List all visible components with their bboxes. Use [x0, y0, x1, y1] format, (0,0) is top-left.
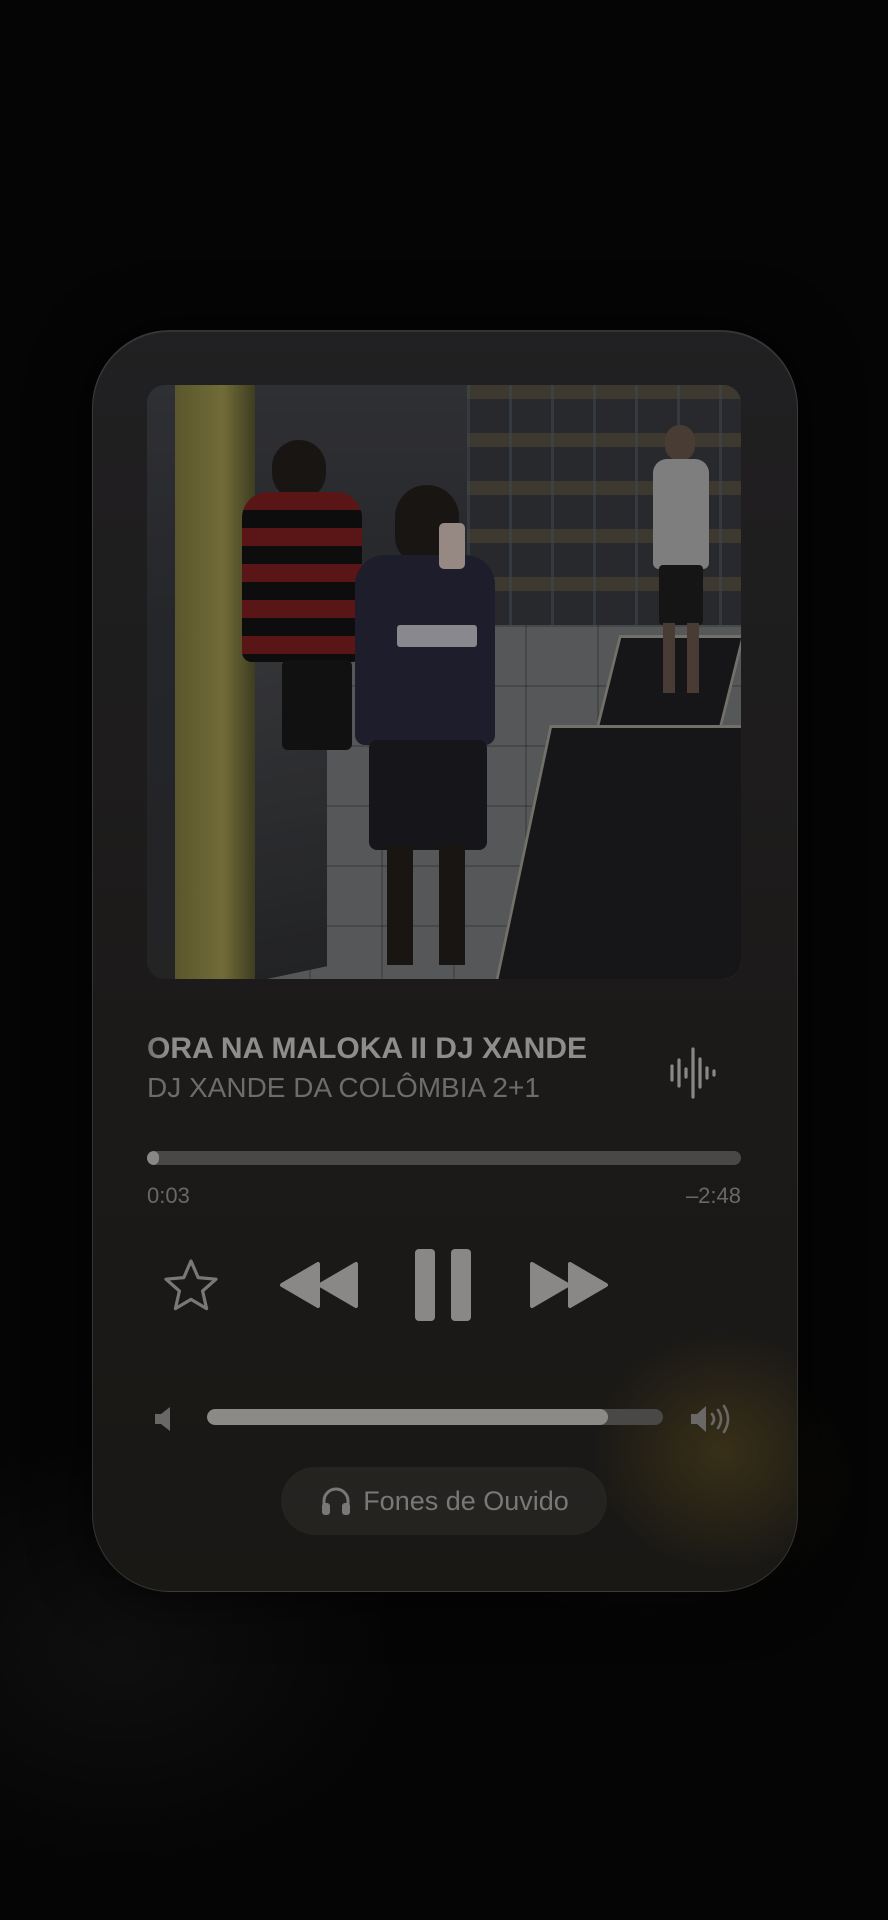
star-icon	[164, 1259, 218, 1311]
time-elapsed: 0:03	[147, 1183, 190, 1208]
forward-icon	[530, 1262, 608, 1308]
volume-level-fill	[207, 1409, 609, 1425]
previous-track-button[interactable]	[273, 1247, 365, 1323]
speaker-low-icon	[145, 1399, 185, 1439]
album-artwork[interactable]	[147, 385, 741, 979]
volume-slider[interactable]	[207, 1409, 663, 1425]
audio-output-button[interactable]: Fones de Ouvido	[281, 1467, 607, 1535]
track-info[interactable]: ORA NA MALOKA II DJ XANDE DJ XANDE DA CO…	[147, 1031, 647, 1105]
card-glow	[593, 1331, 797, 1571]
now-playing-card: ORA NA MALOKA II DJ XANDE DJ XANDE DA CO…	[92, 330, 798, 1592]
headphones-icon	[322, 1487, 351, 1515]
backward-icon	[280, 1262, 358, 1308]
speaker-high-icon	[685, 1397, 741, 1441]
waveform-icon[interactable]	[663, 1043, 723, 1103]
next-track-button[interactable]	[523, 1247, 615, 1323]
favorite-button[interactable]	[159, 1253, 223, 1317]
pause-icon	[415, 1249, 471, 1321]
playback-scrubber[interactable]	[147, 1151, 741, 1165]
playback-progress-fill	[147, 1151, 159, 1165]
time-remaining: –2:48	[685, 1183, 741, 1208]
audio-output-label: Fones de Ouvido	[363, 1485, 569, 1516]
track-title: ORA NA MALOKA II DJ XANDE	[147, 1032, 588, 1065]
play-pause-button[interactable]	[395, 1241, 491, 1329]
track-artist[interactable]: DJ XANDE DA COLÔMBIA 2+1	[147, 1071, 647, 1105]
